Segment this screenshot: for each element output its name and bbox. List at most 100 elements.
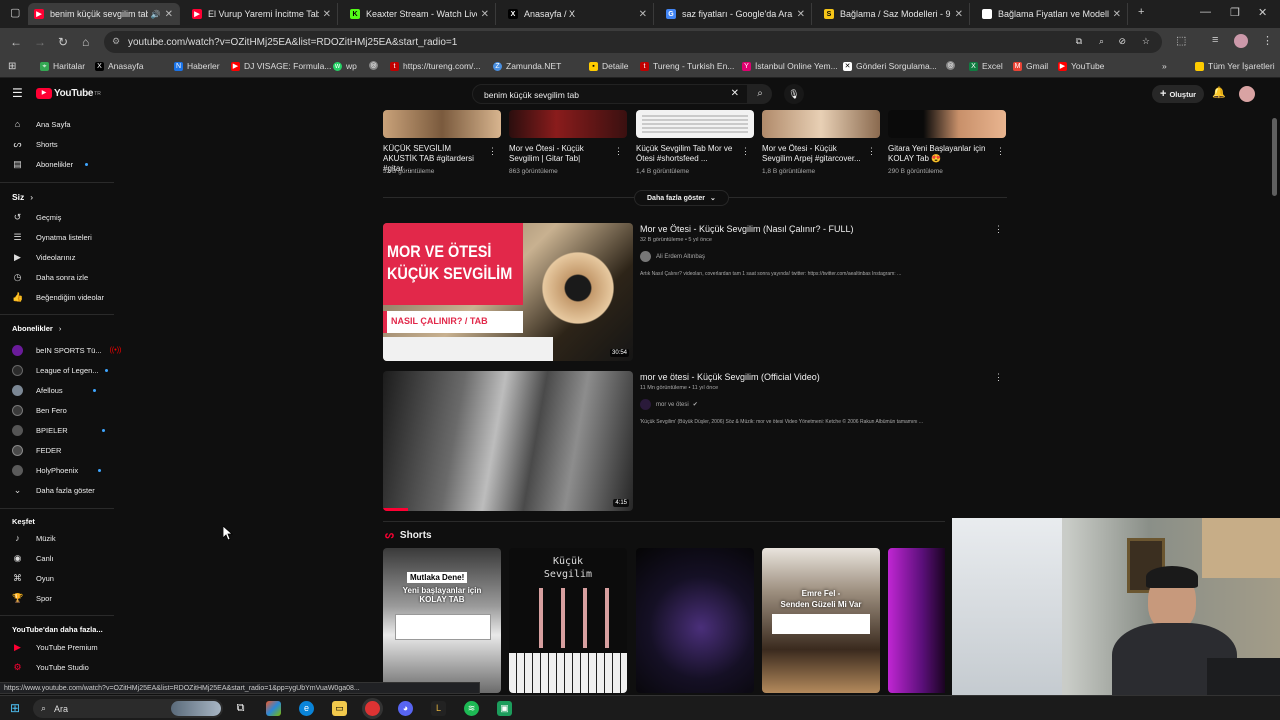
page-scrollbar-thumb[interactable] [1272, 118, 1277, 196]
more-bookmarks-icon[interactable]: » [1162, 61, 1167, 71]
browser-tab[interactable]: Bağlama Fiyatları ve Modelleri ✕ [976, 3, 1128, 25]
close-tab-icon[interactable]: ✕ [797, 9, 805, 20]
more-options-icon[interactable]: ⋮ [867, 146, 876, 157]
video-title[interactable]: Mor ve Ötesi - Küçük Sevgilim (Nasıl Çal… [640, 224, 854, 234]
bookmark[interactable]: ◎ [369, 61, 382, 70]
sidebar-item-live[interactable]: ◉ Canlı [12, 551, 54, 565]
more-options-icon[interactable]: ⋮ [614, 146, 623, 157]
url-bar[interactable]: ⚙ youtube.com/watch?v=OZitHMj25EA&list=R… [104, 31, 1162, 53]
taskbar-search[interactable]: ⌕ Ara [33, 699, 223, 718]
sidebar-channel[interactable]: League of Legen... [12, 363, 108, 377]
windows-start-icon[interactable]: ⊞ [10, 701, 20, 715]
video-thumbnail[interactable] [509, 110, 627, 138]
bookmark[interactable]: Y İstanbul Online Yem... [742, 61, 838, 71]
youtube-logo[interactable]: ▶ YouTube TR [36, 88, 101, 99]
bookmark-star-icon[interactable]: ☆ [1142, 36, 1150, 47]
video-title[interactable]: Küçük Sevgilim Tab Mor ve Ötesi #shortsf… [636, 144, 736, 164]
sidebar-item-playlists[interactable]: ☰ Oynatma listeleri [12, 230, 91, 244]
more-options-icon[interactable]: ⋮ [741, 146, 750, 157]
new-tab-icon[interactable]: + [1138, 6, 1144, 18]
sidebar-header-subscriptions[interactable]: Abonelikler › [12, 324, 61, 333]
close-tab-icon[interactable]: ✕ [955, 9, 963, 20]
voice-search-button[interactable]: 🎙 [784, 84, 804, 104]
sidebar-channel[interactable]: HolyPhoenix [12, 463, 102, 477]
bookmark[interactable]: M Gmail [1013, 61, 1048, 71]
clear-search-icon[interactable]: ✕ [731, 88, 739, 99]
back-icon[interactable]: ← [10, 35, 22, 49]
sidebar-item-gaming[interactable]: ⌘ Oyun [12, 571, 54, 585]
close-tab-icon[interactable]: ✕ [165, 9, 173, 20]
bookmark[interactable]: ▶ YouTube [1058, 61, 1104, 71]
channel-link[interactable]: Ali Erdem Altınbaş [640, 251, 705, 262]
more-options-icon[interactable]: ⋮ [994, 224, 1003, 235]
bookmark[interactable]: N Haberler [174, 61, 220, 71]
short-thumbnail[interactable] [888, 548, 945, 693]
browser-tab[interactable]: ▶ benim küçük sevgilim tab - 🔊 ✕ [28, 3, 180, 25]
close-window-icon[interactable]: ✕ [1258, 6, 1267, 19]
home-icon[interactable]: ⌂ [82, 35, 89, 49]
sidebar-channel[interactable]: beIN SPORTS Tü... ((•)) [12, 343, 121, 357]
reload-icon[interactable]: ↻ [58, 35, 68, 49]
short-thumbnail[interactable] [636, 548, 754, 693]
sidebar-item-premium[interactable]: ▶ YouTube Premium [12, 640, 98, 654]
video-title[interactable]: Mor ve Ötesi - Küçük Sevgilim Arpej #git… [762, 144, 862, 164]
show-more-results-button[interactable]: Daha fazla göster ⌄ [634, 190, 729, 206]
forward-icon[interactable]: → [34, 35, 46, 49]
sidebar-item-studio[interactable]: ⚙ YouTube Studio [12, 660, 88, 674]
all-bookmarks[interactable]: Tüm Yer İşaretleri [1195, 61, 1275, 71]
sidebar-channel[interactable]: BPIELER [12, 423, 105, 437]
notifications-bell-icon[interactable]: 🔔 [1212, 86, 1226, 99]
more-options-icon[interactable]: ⋮ [996, 146, 1005, 157]
sidebar-item-home[interactable]: ⌂ Ana Sayfa [12, 117, 71, 131]
sidebar-item-liked-videos[interactable]: 👍 Beğendiğim videolar [12, 290, 104, 304]
task-view-icon[interactable]: ⧉ [233, 701, 248, 716]
apps-icon[interactable]: ⊞ [8, 61, 16, 72]
menu-icon[interactable]: ⋮ [1262, 34, 1273, 47]
minimize-icon[interactable]: — [1200, 6, 1211, 18]
tab-menu-icon[interactable]: ▢ [10, 6, 20, 19]
browser-tab[interactable]: S Bağlama / Saz Modelleri - 9 ✕ [818, 3, 970, 25]
bookmark[interactable]: X Anasayfa [95, 61, 143, 71]
close-tab-icon[interactable]: ✕ [323, 9, 331, 20]
restore-icon[interactable]: ❐ [1230, 6, 1240, 19]
bookmark[interactable]: ✕ Gönderi Sorgulama... [843, 61, 937, 71]
sidebar-item-shorts[interactable]: ᔕ Shorts [12, 137, 57, 151]
more-options-icon[interactable]: ⋮ [994, 372, 1003, 383]
browser-tab[interactable]: Gsaz fiyatları - Google'da Ara ✕ [660, 3, 812, 25]
sidebar-item-subscriptions[interactable]: ▤ Abonelikler [12, 157, 89, 171]
copilot-icon[interactable] [266, 701, 281, 716]
close-tab-icon[interactable]: ✕ [639, 9, 647, 20]
edge-icon[interactable]: e [299, 701, 314, 716]
sidebar-show-more[interactable]: ⌄ Daha fazla göster [12, 483, 95, 497]
tracking-icon[interactable]: ⊘ [1118, 36, 1126, 47]
short-thumbnail[interactable]: Emre Fel - Senden Güzeli Mi Var [762, 548, 880, 693]
bookmark[interactable]: t https://tureng.com/... [390, 61, 480, 71]
hamburger-menu-icon[interactable]: ☰ [12, 86, 23, 100]
video-thumbnail[interactable]: 4:15 [383, 371, 633, 511]
file-explorer-icon[interactable]: ▭ [332, 701, 347, 716]
sidebar-item-your-videos[interactable]: ▶ Videolarınız [12, 250, 75, 264]
site-info-icon[interactable]: ⚙ [112, 36, 120, 47]
account-avatar[interactable] [1239, 86, 1255, 102]
extensions-icon[interactable]: ⬚ [1176, 34, 1186, 47]
league-icon[interactable]: L [431, 701, 446, 716]
short-thumbnail[interactable]: Mutlaka Dene! Yeni başlayanlar için KOLA… [383, 548, 501, 693]
video-thumbnail[interactable] [636, 110, 754, 138]
sidebar-channel[interactable]: Afellous [12, 383, 96, 397]
browser-tab[interactable]: K Keaxter Stream - Watch Live o ✕ [344, 3, 496, 25]
sidebar-channel[interactable]: Ben Fero [12, 403, 67, 417]
discord-icon[interactable]: ◕ [398, 701, 413, 716]
browser-tab[interactable]: ▶El Vurup Yaremi İncitme Tabip (✕ [186, 3, 338, 25]
video-title[interactable]: mor ve ötesi - Küçük Sevgilim (Official … [640, 372, 820, 382]
sidebar-header-you[interactable]: Siz › [12, 192, 33, 202]
bookmark[interactable]: t Tureng - Turkish En... [640, 61, 734, 71]
sidebar-item-watch-later[interactable]: ◷ Daha sonra izle [12, 270, 89, 284]
sidebar-channel[interactable]: FEDER [12, 443, 61, 457]
bookmark[interactable]: Z Zamunda.NET [493, 61, 561, 71]
bookmark[interactable]: ▪ Detaile [589, 61, 628, 71]
video-thumbnail[interactable] [888, 110, 1006, 138]
create-button[interactable]: + Oluştur [1152, 85, 1205, 103]
search-button[interactable]: ⌕ [748, 84, 772, 104]
spotify-icon[interactable]: ≋ [464, 701, 479, 716]
media-icon[interactable]: ≡ [1212, 34, 1218, 46]
